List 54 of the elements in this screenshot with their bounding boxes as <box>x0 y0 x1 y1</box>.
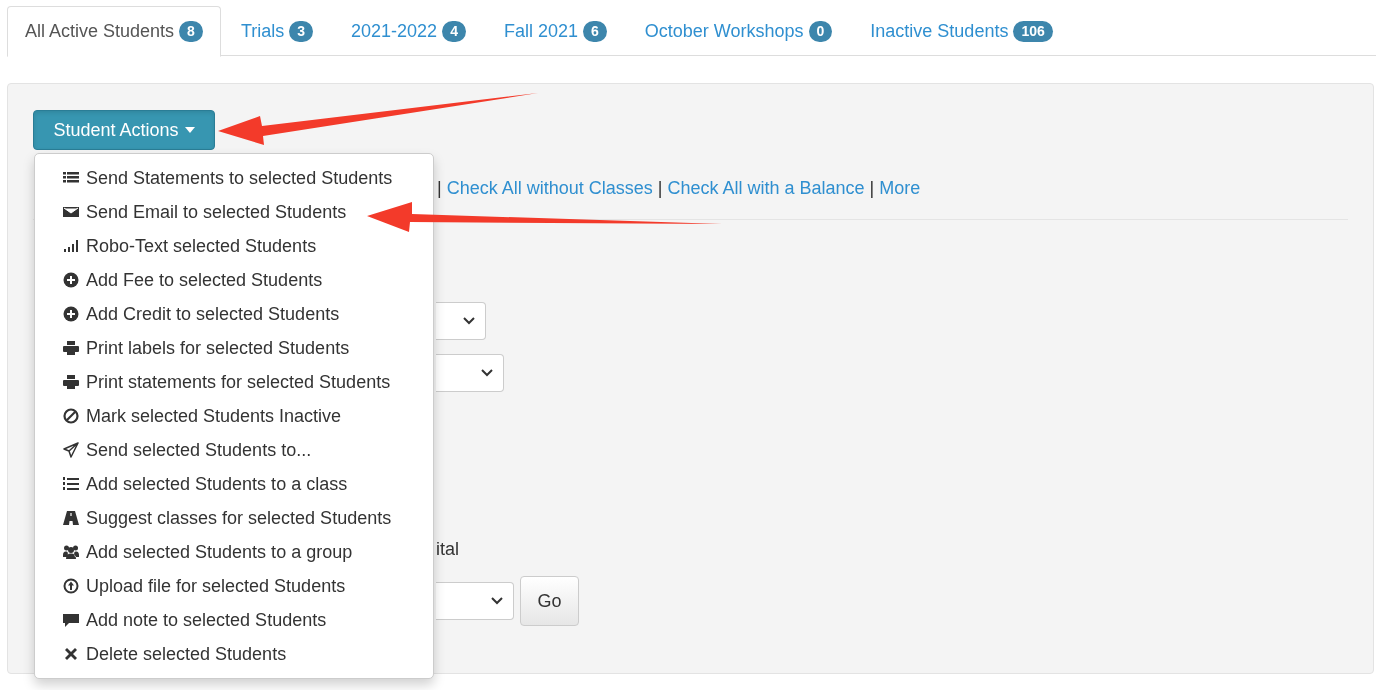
tab[interactable]: All Active Students 8 <box>7 6 221 57</box>
envelope-icon <box>63 204 79 220</box>
menu-item[interactable]: Delete selected Students <box>35 637 433 671</box>
x-icon <box>63 646 79 662</box>
menu-item[interactable]: Add selected Students to a class <box>35 467 433 501</box>
chevron-icon <box>491 597 503 605</box>
count-badge: 6 <box>583 20 607 42</box>
count-badge: 0 <box>808 20 833 42</box>
field-label: ital <box>436 538 459 560</box>
separator: | <box>437 177 442 199</box>
go-button[interactable]: Go <box>520 576 579 626</box>
tab[interactable]: 2021-2022 4 <box>333 6 484 56</box>
menu-item[interactable]: Add Credit to selected Students <box>35 297 433 331</box>
tab[interactable]: Inactive Students 106 <box>852 6 1071 56</box>
menu-item[interactable]: Mark selected Students Inactive <box>35 399 433 433</box>
count-badge: 8 <box>179 21 203 42</box>
list-icon <box>63 170 79 186</box>
comment-icon <box>63 612 79 628</box>
printer-icon <box>63 374 79 390</box>
menu-item[interactable]: Add note to selected Students <box>35 603 433 637</box>
caret-icon <box>184 127 195 133</box>
printer-icon <box>63 340 79 356</box>
menu-item[interactable]: Add selected Students to a group <box>35 535 433 569</box>
tab[interactable]: October Workshops 0 <box>626 6 851 56</box>
menu-item[interactable]: Send Statements to selected Students <box>35 161 433 195</box>
menu-item[interactable]: Robo-Text selected Students <box>35 229 433 263</box>
menu-item[interactable]: Upload file for selected Students <box>35 569 433 603</box>
plus-circle-icon <box>63 272 79 288</box>
count-badge: 3 <box>289 20 314 42</box>
signal-bars-icon <box>63 238 79 254</box>
chevron-icon <box>463 317 475 325</box>
count-badge: 106 <box>1013 20 1053 42</box>
chevron-icon <box>481 369 493 377</box>
separator: | <box>869 177 875 199</box>
paper-plane-icon <box>63 442 79 458</box>
menu-item[interactable]: Send selected Students to... <box>35 433 433 467</box>
ban-icon <box>63 408 79 424</box>
dropdown-field[interactable] <box>436 582 514 620</box>
menu-item[interactable]: Print statements for selected Students <box>35 365 433 399</box>
menu-item[interactable]: Suggest classes for selected Students <box>35 501 433 535</box>
menu-item[interactable]: Print labels for selected Students <box>35 331 433 365</box>
dropdown-field[interactable] <box>436 354 504 392</box>
count-badge: 4 <box>442 20 466 42</box>
road-icon <box>63 510 79 526</box>
tab[interactable]: Trials 3 <box>222 6 332 56</box>
dropdown-field[interactable] <box>436 302 486 340</box>
upload-circle-icon <box>63 578 79 594</box>
menu-item[interactable]: Add Fee to selected Students <box>35 263 433 297</box>
numbered-list-icon <box>63 476 79 492</box>
group-icon <box>63 544 79 560</box>
separator: | <box>657 177 663 199</box>
plus-circle-icon <box>63 306 79 322</box>
tab[interactable]: Fall 2021 6 <box>485 6 625 56</box>
menu-item[interactable]: Send Email to selected Students <box>35 195 433 229</box>
